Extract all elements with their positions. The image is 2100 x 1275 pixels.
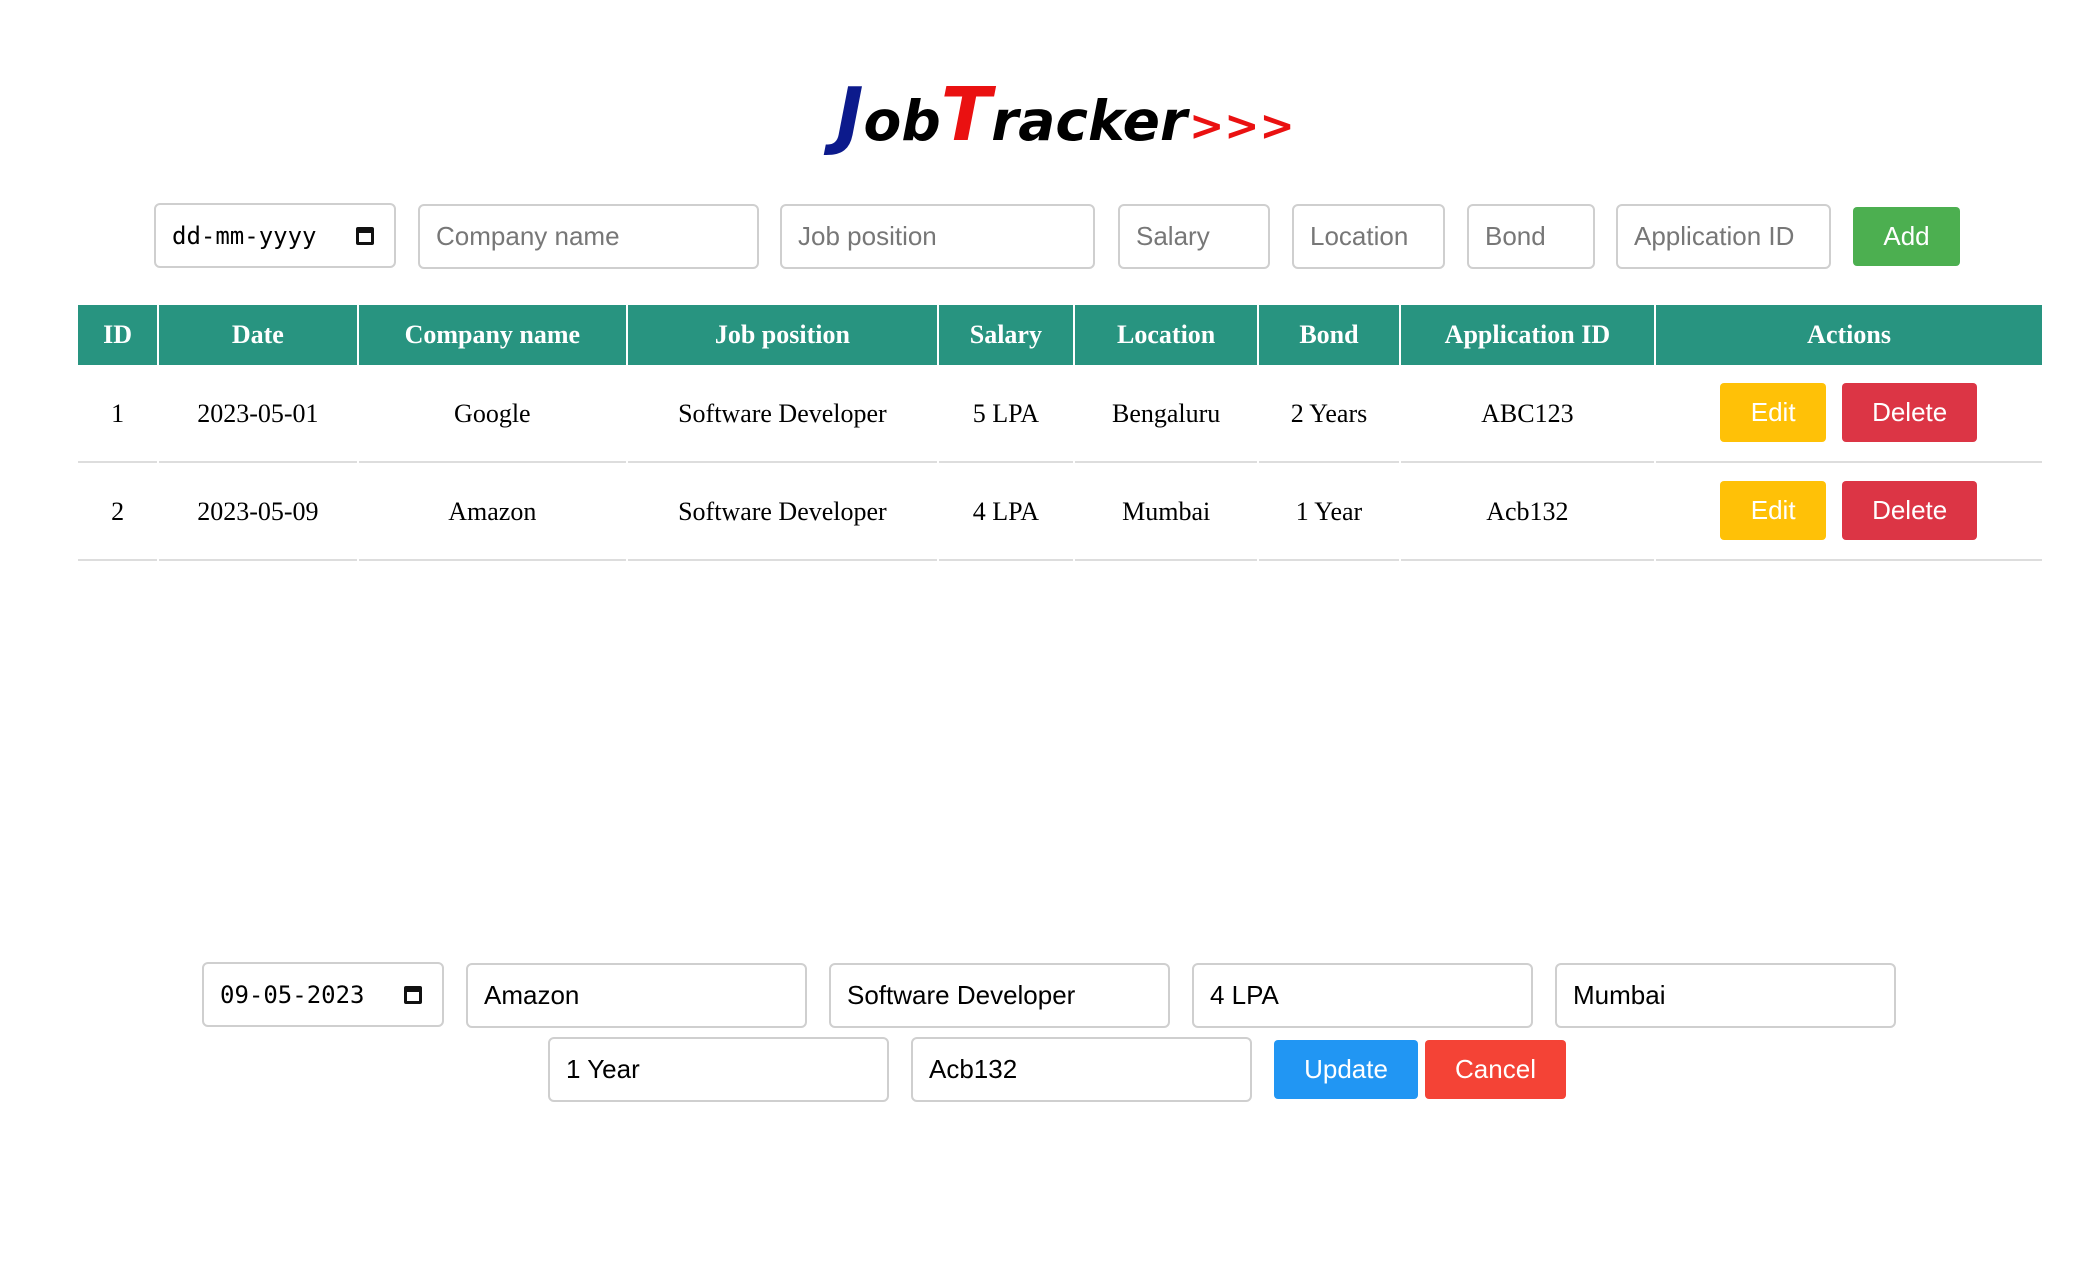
logo-text-racker: racker	[991, 89, 1188, 153]
cell-bond: 2 Years	[1259, 367, 1399, 463]
header-position: Job position	[628, 305, 937, 365]
edit-button[interactable]: Edit	[1720, 481, 1827, 540]
edit-location-input[interactable]	[1555, 963, 1896, 1028]
edit-company-input[interactable]	[466, 963, 807, 1028]
delete-button[interactable]: Delete	[1842, 481, 1978, 540]
cell-application-id: ABC123	[1400, 367, 1655, 463]
cell-salary: 5 LPA	[938, 367, 1073, 463]
cell-date: 2023-05-09	[159, 465, 357, 561]
app-logo: JobTracker>>>	[836, 78, 1295, 152]
company-name-input[interactable]	[418, 204, 759, 269]
header-actions: Actions	[1656, 305, 2042, 365]
calendar-icon[interactable]	[404, 985, 422, 1004]
location-input[interactable]	[1292, 204, 1445, 269]
job-position-input[interactable]	[780, 204, 1095, 269]
header-bond: Bond	[1259, 305, 1399, 365]
calendar-icon[interactable]	[356, 226, 374, 245]
cell-bond: 1 Year	[1259, 465, 1399, 561]
header-company: Company name	[358, 305, 627, 365]
cell-id: 2	[78, 465, 158, 561]
logo-arrows: >>>	[1189, 101, 1295, 150]
cell-position: Software Developer	[628, 465, 937, 561]
logo-text-ob: ob	[863, 89, 941, 153]
cell-date: 2023-05-01	[159, 367, 357, 463]
edit-position-input[interactable]	[829, 963, 1170, 1028]
cell-company: Google	[358, 367, 627, 463]
table-header-row: ID Date Company name Job position Salary…	[78, 305, 2042, 365]
cell-location: Mumbai	[1074, 465, 1258, 561]
cell-id: 1	[78, 367, 158, 463]
header-application-id: Application ID	[1400, 305, 1655, 365]
salary-input[interactable]	[1118, 204, 1270, 269]
edit-bond-input[interactable]	[548, 1037, 889, 1102]
bond-input[interactable]	[1467, 204, 1595, 269]
cell-salary: 4 LPA	[938, 465, 1073, 561]
header-date: Date	[159, 305, 357, 365]
delete-button[interactable]: Delete	[1842, 383, 1978, 442]
header-salary: Salary	[938, 305, 1073, 365]
logo-letter-j: J	[836, 72, 864, 158]
table-row: 2 2023-05-09 Amazon Software Developer 4…	[78, 465, 2042, 561]
add-date-input[interactable]: dd-mm-yyyy	[154, 203, 396, 268]
cell-location: Bengaluru	[1074, 367, 1258, 463]
header-id: ID	[78, 305, 158, 365]
jobs-table: ID Date Company name Job position Salary…	[76, 303, 2044, 563]
update-button[interactable]: Update	[1274, 1040, 1418, 1099]
edit-button[interactable]: Edit	[1720, 383, 1827, 442]
edit-date-input[interactable]: 09-05-2023	[202, 962, 444, 1027]
header-location: Location	[1074, 305, 1258, 365]
edit-application-id-input[interactable]	[911, 1037, 1252, 1102]
cancel-button[interactable]: Cancel	[1425, 1040, 1566, 1099]
add-button[interactable]: Add	[1853, 207, 1960, 266]
cell-application-id: Acb132	[1400, 465, 1655, 561]
application-id-input[interactable]	[1616, 204, 1831, 269]
add-date-placeholder: dd-mm-yyyy	[172, 221, 317, 250]
table-row: 1 2023-05-01 Google Software Developer 5…	[78, 367, 2042, 463]
edit-salary-input[interactable]	[1192, 963, 1533, 1028]
edit-date-value: 09-05-2023	[220, 980, 365, 1009]
cell-actions: Edit Delete	[1656, 465, 2042, 561]
cell-company: Amazon	[358, 465, 627, 561]
cell-actions: Edit Delete	[1656, 367, 2042, 463]
logo-letter-t: T	[940, 72, 992, 158]
cell-position: Software Developer	[628, 367, 937, 463]
